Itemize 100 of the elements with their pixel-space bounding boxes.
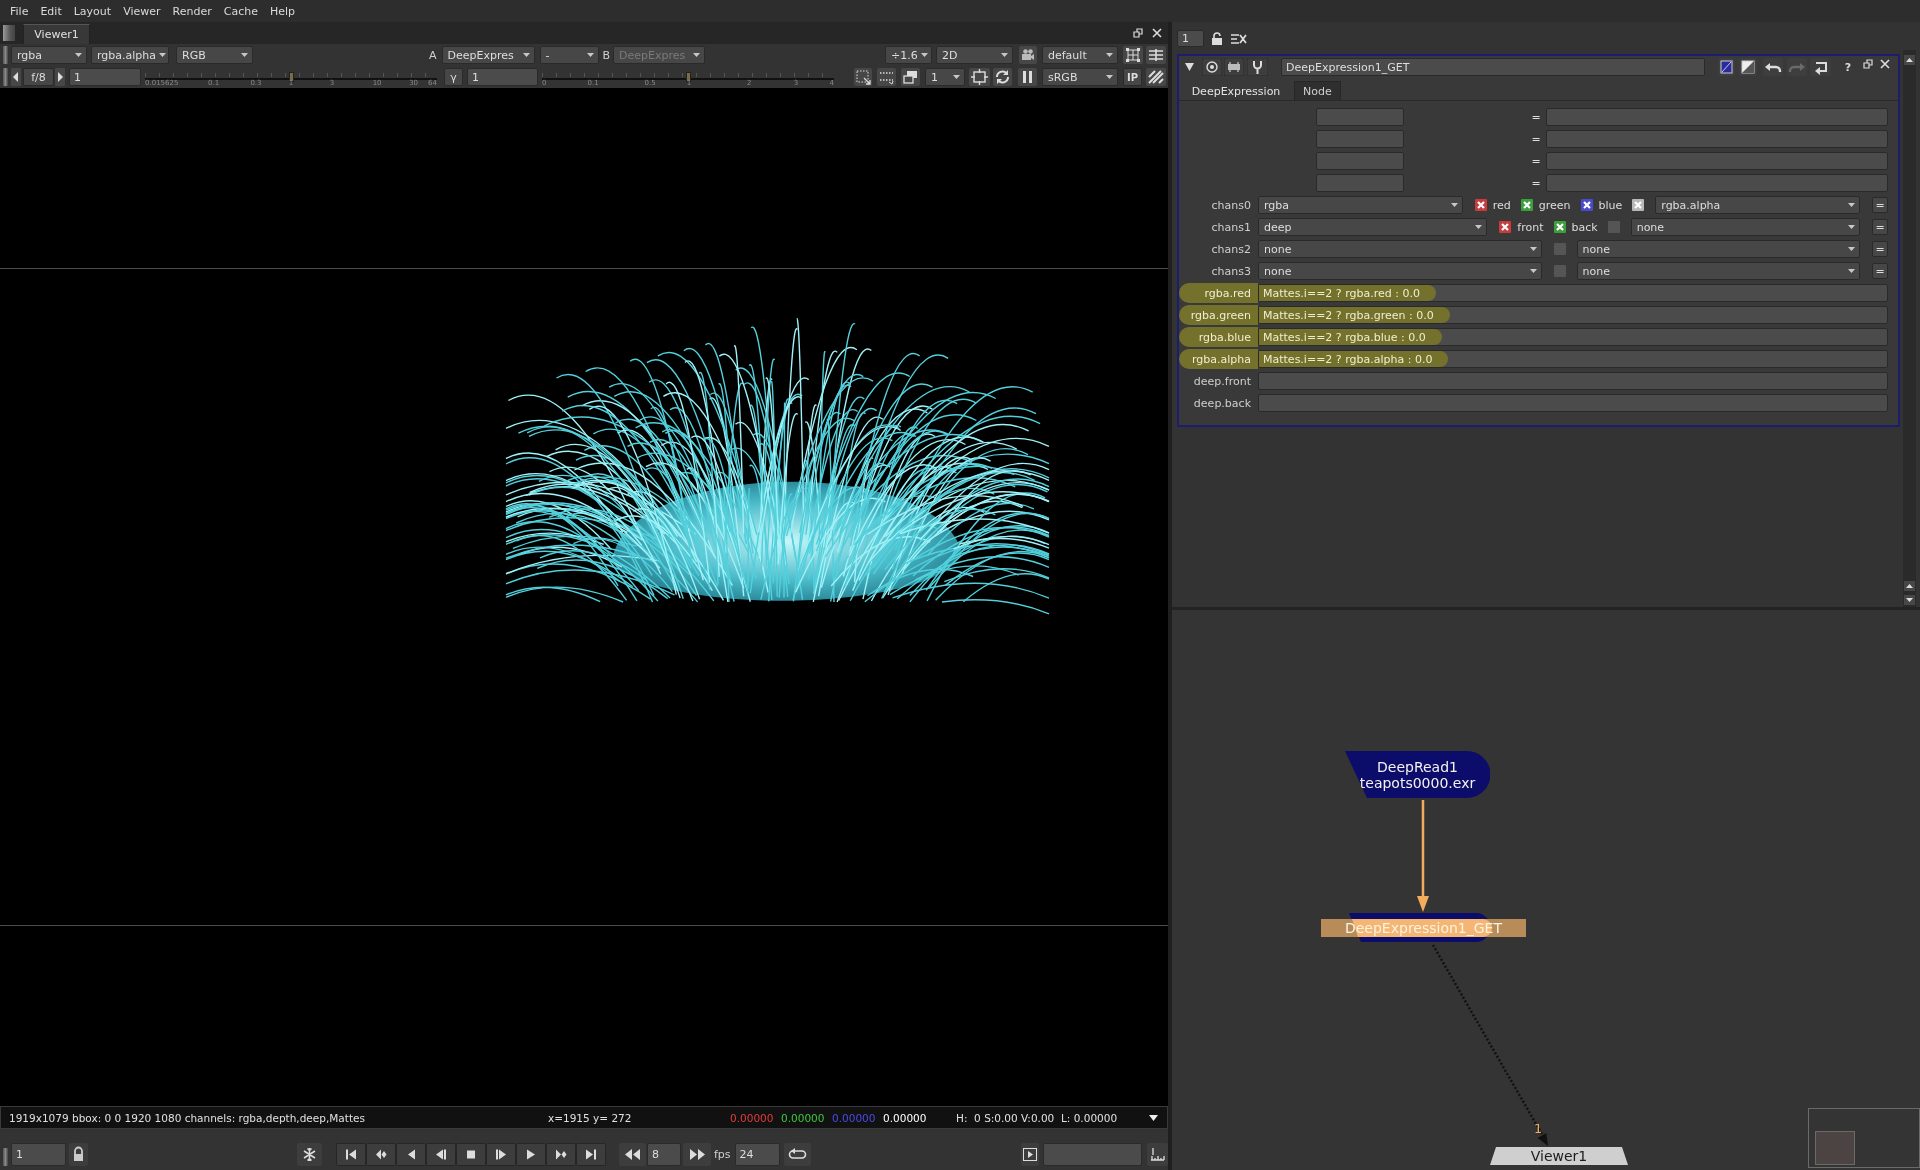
hatched-square-icon[interactable]: [1146, 68, 1166, 86]
display-dropdown[interactable]: RGB: [176, 46, 253, 64]
read-node[interactable]: DeepRead1 teapots0000.exr: [1345, 751, 1490, 798]
checkbox[interactable]: [1607, 221, 1620, 233]
variable-expression-field[interactable]: [1546, 108, 1888, 126]
fast-forward-icon[interactable]: [683, 1143, 711, 1166]
camera-icon[interactable]: [1019, 46, 1037, 64]
overlapping-screens-icon[interactable]: [901, 68, 920, 86]
next-stop-icon[interactable]: [55, 68, 65, 86]
grip-icon[interactable]: [3, 46, 8, 64]
gain-input[interactable]: 1: [69, 68, 141, 86]
gamma-input[interactable]: 1: [467, 68, 538, 86]
lines-cross-icon[interactable]: [1230, 31, 1247, 46]
menu-item[interactable]: Layout: [73, 4, 112, 18]
help-button[interactable]: ?: [1843, 60, 1853, 74]
color-swatch-icon[interactable]: [1718, 58, 1735, 76]
next-keyframe-icon[interactable]: [546, 1143, 576, 1166]
color-swatch-icon[interactable]: [1739, 58, 1757, 76]
expression-field[interactable]: Mattes.i==2 ? rgba.alpha : 0.0: [1258, 350, 1888, 368]
step-back-icon[interactable]: [426, 1143, 456, 1166]
channel-set-dropdown[interactable]: none: [1258, 262, 1542, 280]
variable-name-field[interactable]: [1316, 130, 1404, 148]
colorspace-dropdown[interactable]: sRGB: [1042, 68, 1118, 86]
zoom-dropdown[interactable]: ÷1.6: [885, 46, 932, 64]
proxy-dropdown[interactable]: 1: [925, 68, 965, 86]
wipe-mode-dropdown[interactable]: -: [539, 46, 599, 64]
channel-dropdown[interactable]: none: [1576, 240, 1860, 258]
fps-input[interactable]: 24: [734, 1143, 780, 1166]
channel-set-dropdown[interactable]: none: [1258, 240, 1542, 258]
scroll-up-icon[interactable]: [1904, 581, 1915, 591]
previous-frame-icon[interactable]: [396, 1143, 426, 1166]
checkbox[interactable]: [1499, 221, 1512, 233]
f-stop-button[interactable]: f/8: [23, 68, 54, 86]
scroll-up-icon[interactable]: [1904, 55, 1915, 65]
grip-icon[interactable]: [3, 68, 8, 86]
link-button[interactable]: =: [1872, 197, 1888, 213]
alpha-channel-dropdown[interactable]: rgba.alpha: [91, 46, 169, 64]
node-name-field[interactable]: DeepExpression1_GET: [1281, 58, 1705, 76]
gamma-button[interactable]: γ: [444, 68, 463, 86]
menu-item[interactable]: Edit: [40, 4, 62, 18]
variable-name-field[interactable]: [1316, 152, 1404, 170]
crop-frame-icon[interactable]: [969, 68, 990, 86]
play-icon[interactable]: [516, 1143, 546, 1166]
channels-dropdown[interactable]: rgba: [11, 46, 87, 64]
close-icon[interactable]: [1880, 59, 1890, 69]
menu-item[interactable]: File: [10, 4, 29, 18]
checkbox[interactable]: [1553, 221, 1566, 233]
scroll-down-icon[interactable]: [1904, 595, 1915, 605]
float-window-icon[interactable]: [1863, 59, 1873, 69]
grip-icon[interactable]: [3, 1148, 8, 1166]
ruler-icon[interactable]: [1147, 1143, 1168, 1166]
properties-tab[interactable]: Node: [1294, 81, 1341, 100]
small-node-icon[interactable]: [1224, 58, 1244, 76]
rewind-icon[interactable]: [619, 1143, 646, 1166]
pause-icon[interactable]: [1018, 68, 1037, 86]
previous-keyframe-icon[interactable]: [366, 1143, 396, 1166]
previous-stop-icon[interactable]: [11, 68, 21, 86]
refresh-icon[interactable]: [993, 68, 1012, 86]
play-box-icon[interactable]: [1021, 1143, 1039, 1166]
expression-field[interactable]: Mattes.i==2 ? rgba.blue : 0.0: [1258, 328, 1888, 346]
channel-dropdown[interactable]: rgba.alpha: [1655, 196, 1860, 214]
channel-dropdown[interactable]: none: [1630, 218, 1860, 236]
checkbox[interactable]: [1580, 199, 1593, 211]
stop-icon[interactable]: [456, 1143, 486, 1166]
channel-set-dropdown[interactable]: deep: [1258, 218, 1488, 236]
expression-field[interactable]: Mattes.i==2 ? rgba.red : 0.0: [1258, 284, 1888, 302]
input-a-dropdown[interactable]: DeepExpres: [441, 46, 535, 64]
snowflake-icon[interactable]: [297, 1143, 322, 1166]
expression-field[interactable]: [1258, 372, 1888, 390]
float-window-icon[interactable]: [1133, 28, 1143, 38]
variable-name-field[interactable]: [1316, 108, 1404, 126]
frame-corners-icon[interactable]: [1123, 46, 1143, 64]
dotted-lines-icon[interactable]: [877, 68, 896, 86]
channel-set-dropdown[interactable]: rgba: [1258, 196, 1463, 214]
panel-menu-icon[interactable]: [3, 25, 15, 41]
loop-icon[interactable]: [783, 1143, 811, 1166]
variable-expression-field[interactable]: [1546, 130, 1888, 148]
checkbox[interactable]: [1553, 265, 1566, 277]
last-frame-icon[interactable]: [576, 1143, 606, 1166]
view-mode-dropdown[interactable]: 2D: [936, 46, 1013, 64]
collapse-triangle-icon[interactable]: [1185, 63, 1194, 71]
link-button[interactable]: =: [1872, 219, 1888, 235]
slider-thumb[interactable]: [289, 72, 294, 82]
input-field[interactable]: [1043, 1143, 1142, 1166]
variable-expression-field[interactable]: [1546, 174, 1888, 192]
checkbox[interactable]: [1553, 243, 1566, 255]
scroll-bar[interactable]: [1903, 50, 1916, 607]
panel-limit-input[interactable]: 1: [1177, 30, 1204, 47]
viewer-tab[interactable]: Viewer1: [23, 24, 90, 44]
list-bars-icon[interactable]: [1146, 46, 1166, 64]
link-button[interactable]: =: [1872, 263, 1888, 279]
checkbox[interactable]: [1474, 199, 1487, 211]
expression-field[interactable]: [1258, 394, 1888, 412]
lock-icon[interactable]: [1211, 31, 1223, 46]
menu-item[interactable]: Viewer: [123, 4, 161, 18]
input-process-button[interactable]: IP: [1123, 68, 1142, 86]
menu-item[interactable]: Render: [172, 4, 212, 18]
variable-name-field[interactable]: [1316, 174, 1404, 192]
step-forward-icon[interactable]: [486, 1143, 516, 1166]
link-button[interactable]: =: [1872, 241, 1888, 257]
